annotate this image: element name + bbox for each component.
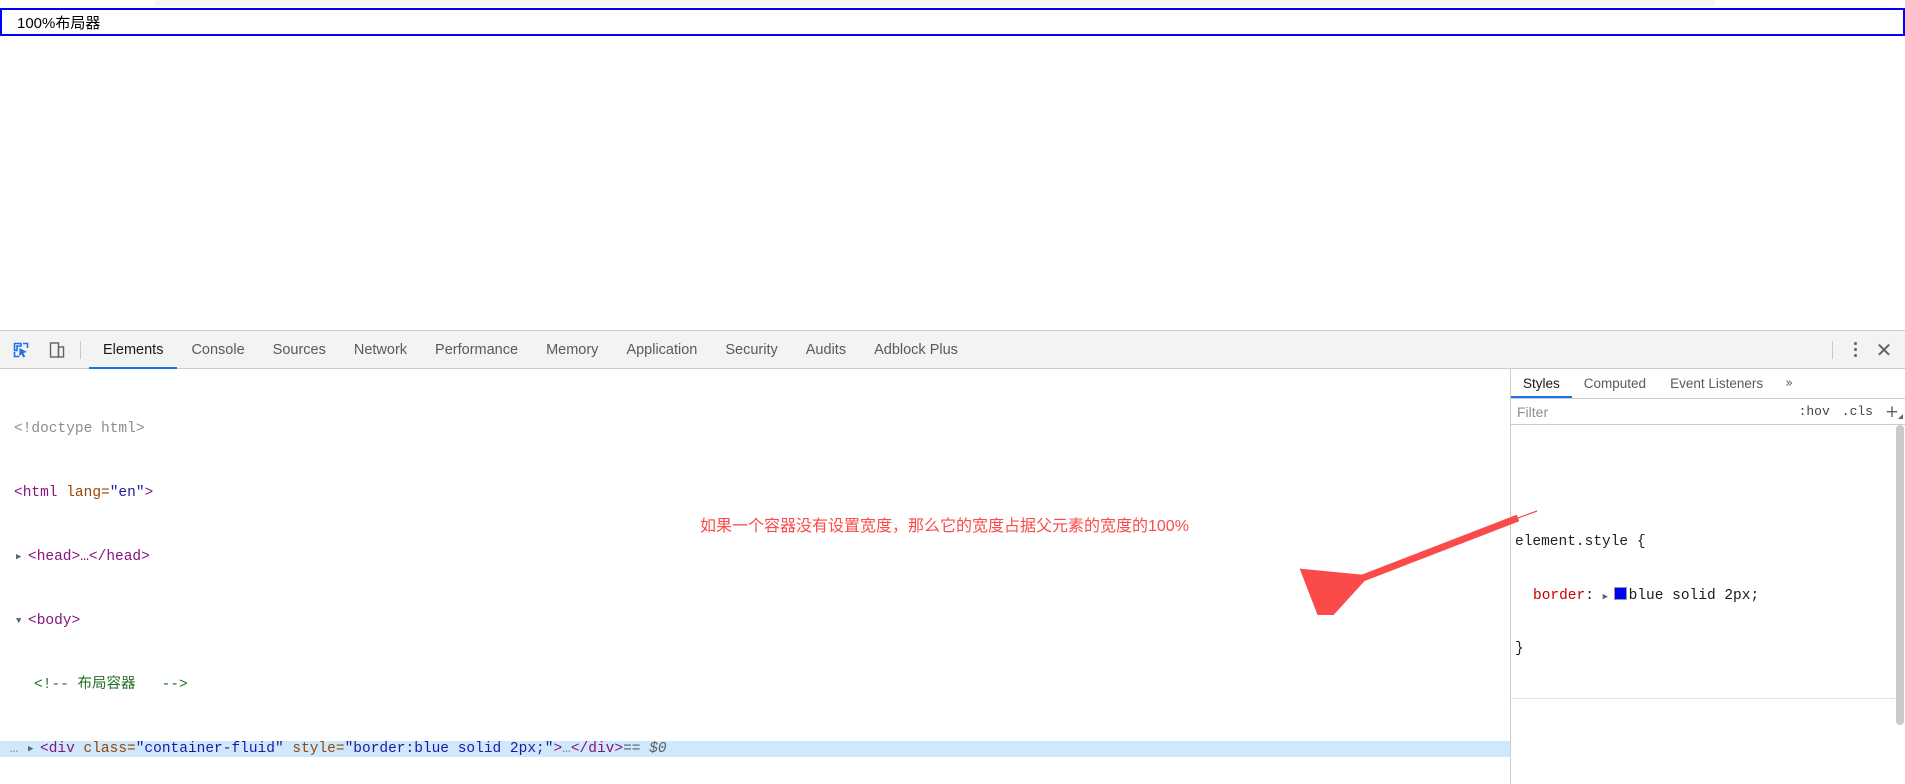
- tab-adblock-plus[interactable]: Adblock Plus: [860, 331, 972, 369]
- doctype-text: <!doctype html>: [14, 421, 145, 437]
- tab-application[interactable]: Application: [612, 331, 711, 369]
- filter-input[interactable]: [1515, 398, 1793, 425]
- styles-filter-bar: :hov .cls +: [1511, 398, 1905, 425]
- styles-scrollbar-thumb[interactable]: [1896, 425, 1904, 725]
- chevron-down-icon[interactable]: ▼: [16, 613, 28, 629]
- dom-ellipsis-badge[interactable]: …: [0, 741, 28, 757]
- inspect-element-icon-svg: [13, 342, 29, 358]
- browser-page-viewport: 100%布局器: [0, 0, 1905, 330]
- html-open-tag: <html: [14, 485, 58, 501]
- annotation-text: 如果一个容器没有设置宽度，那么它的宽度占据父元素的宽度的100%: [700, 518, 1189, 535]
- cls-button[interactable]: .cls: [1836, 404, 1879, 419]
- dom-row-selected-div[interactable]: … ▶ <div class= "container-fluid" style= "bo…: [0, 741, 1510, 757]
- selected-style-value: "border:blue solid 2px;": [344, 741, 554, 757]
- tab-performance[interactable]: Performance: [421, 331, 532, 369]
- styles-tab-event-listeners[interactable]: Event Listeners: [1658, 369, 1775, 398]
- tab-audits[interactable]: Audits: [792, 331, 860, 369]
- rule-container-fluid: .container-fluid { grid.less:10 padding-…: [1511, 769, 1905, 782]
- tab-sources-label: Sources: [272, 341, 326, 358]
- page-top-strip: [155, 0, 1715, 6]
- styles-tab-event-listeners-label: Event Listeners: [1670, 376, 1764, 391]
- rule-element-style-selector: element.style {: [1515, 534, 1646, 550]
- chevron-right-icon-selected[interactable]: ▶: [28, 741, 40, 757]
- chevron-double-right-icon[interactable]: »: [1775, 369, 1803, 398]
- styles-tab-computed[interactable]: Computed: [1572, 369, 1658, 398]
- html-lang-attr: lang=: [57, 485, 110, 501]
- tab-sources[interactable]: Sources: [259, 331, 340, 369]
- styles-tabstrip: Styles Computed Event Listeners »: [1511, 369, 1905, 399]
- html-lang-value: "en": [109, 485, 145, 501]
- devtools-toolbar-right: ✕: [1824, 335, 1905, 365]
- styles-tab-computed-label: Computed: [1583, 376, 1647, 391]
- dom-row-body[interactable]: ▼ <body>: [0, 613, 1510, 629]
- plus-icon[interactable]: +: [1879, 402, 1905, 422]
- device-toolbar-icon[interactable]: [42, 335, 72, 365]
- tab-console[interactable]: Console: [177, 331, 258, 369]
- color-swatch-blue[interactable]: [1613, 586, 1627, 600]
- tab-application-label: Application: [626, 341, 698, 358]
- dom-comment-text: <!-- 布局容器 -->: [34, 677, 188, 693]
- chevron-right-icon-border[interactable]: ▶: [1603, 589, 1613, 607]
- tab-performance-label: Performance: [435, 341, 519, 358]
- dom-row-html[interactable]: <html lang= "en" >: [0, 485, 1510, 501]
- dom-row-head[interactable]: ▶ <head>…</head>: [0, 549, 1510, 565]
- close-icon[interactable]: ✕: [1869, 335, 1899, 365]
- inspect-element-icon[interactable]: [6, 335, 36, 365]
- devtools-tabstrip: Elements Console Sources Network Perform…: [89, 331, 972, 369]
- container-fluid-box[interactable]: 100%布局器: [0, 8, 1905, 36]
- body-open-text: <body>: [28, 613, 81, 629]
- dom-row-doctype[interactable]: <!doctype html>: [0, 421, 1510, 437]
- selected-div-open: <div: [40, 741, 84, 757]
- tab-memory[interactable]: Memory: [532, 331, 612, 369]
- decl-border[interactable]: border: ▶ blue solid 2px;: [1511, 586, 1905, 607]
- styles-pane: Styles Computed Event Listeners » :hov .…: [1511, 369, 1905, 784]
- tab-security-label: Security: [725, 341, 778, 358]
- toolbar-divider-right: [1832, 340, 1833, 359]
- tab-elements[interactable]: Elements: [89, 331, 178, 369]
- tab-network-label: Network: [353, 341, 408, 358]
- tab-security[interactable]: Security: [711, 331, 791, 369]
- styles-scrollbar[interactable]: [1895, 425, 1905, 781]
- devtools-panel: Elements Console Sources Network Perform…: [0, 330, 1905, 784]
- dom-tree-pane: <!doctype html> <html lang= "en" > ▶ <head>…: [0, 369, 1511, 784]
- device-toolbar-icon-svg: [49, 341, 65, 358]
- dom-row-comment[interactable]: <!-- 布局容器 -->: [0, 677, 1510, 693]
- selected-class-attr: class=: [83, 741, 136, 757]
- tab-network[interactable]: Network: [340, 331, 421, 369]
- dom-tree: <!doctype html> <html lang= "en" > ▶ <head>…: [0, 369, 1510, 784]
- selected-dollar-marker: == $0: [623, 741, 667, 757]
- rule-element-style-head: element.style {: [1511, 534, 1905, 552]
- styles-tab-styles-label: Styles: [1523, 376, 1560, 391]
- rule-element-style-close: }: [1515, 641, 1524, 657]
- styles-rules-list: element.style { border: ▶ blue solid 2px;…: [1511, 425, 1905, 781]
- html-close-bracket: >: [144, 485, 154, 501]
- decl-border-value: blue solid 2px: [1628, 587, 1751, 604]
- decl-border-prop: border: [1533, 587, 1586, 604]
- hov-button[interactable]: :hov: [1793, 404, 1836, 419]
- tab-adblock-plus-label: Adblock Plus: [874, 341, 958, 358]
- toolbar-divider: [80, 340, 81, 359]
- rule-element-style: element.style { border: ▶ blue solid 2px;…: [1511, 495, 1905, 699]
- container-fluid-text: 100%布局器: [17, 15, 101, 32]
- selected-style-attr: style=: [283, 741, 345, 757]
- selected-gt: >: [553, 741, 563, 757]
- chevron-right-icon[interactable]: ▶: [16, 549, 28, 565]
- tab-elements-label: Elements: [103, 341, 164, 358]
- head-collapsed-text: <head>…</head>: [28, 549, 150, 565]
- selected-children-ellipsis: …: [562, 741, 571, 757]
- selected-div-close: </div>: [570, 741, 624, 757]
- devtools-toolbar: Elements Console Sources Network Perform…: [0, 331, 1905, 369]
- tab-memory-label: Memory: [546, 341, 599, 358]
- tab-audits-label: Audits: [805, 341, 847, 358]
- styles-tab-styles[interactable]: Styles: [1511, 369, 1572, 398]
- tab-console-label: Console: [191, 341, 245, 358]
- more-options-icon[interactable]: [1841, 336, 1869, 364]
- selected-class-value: "container-fluid": [135, 741, 284, 757]
- devtools-body: <!doctype html> <html lang= "en" > ▶ <head>…: [0, 369, 1905, 784]
- rule-element-style-selector-text: element.style: [1515, 534, 1629, 550]
